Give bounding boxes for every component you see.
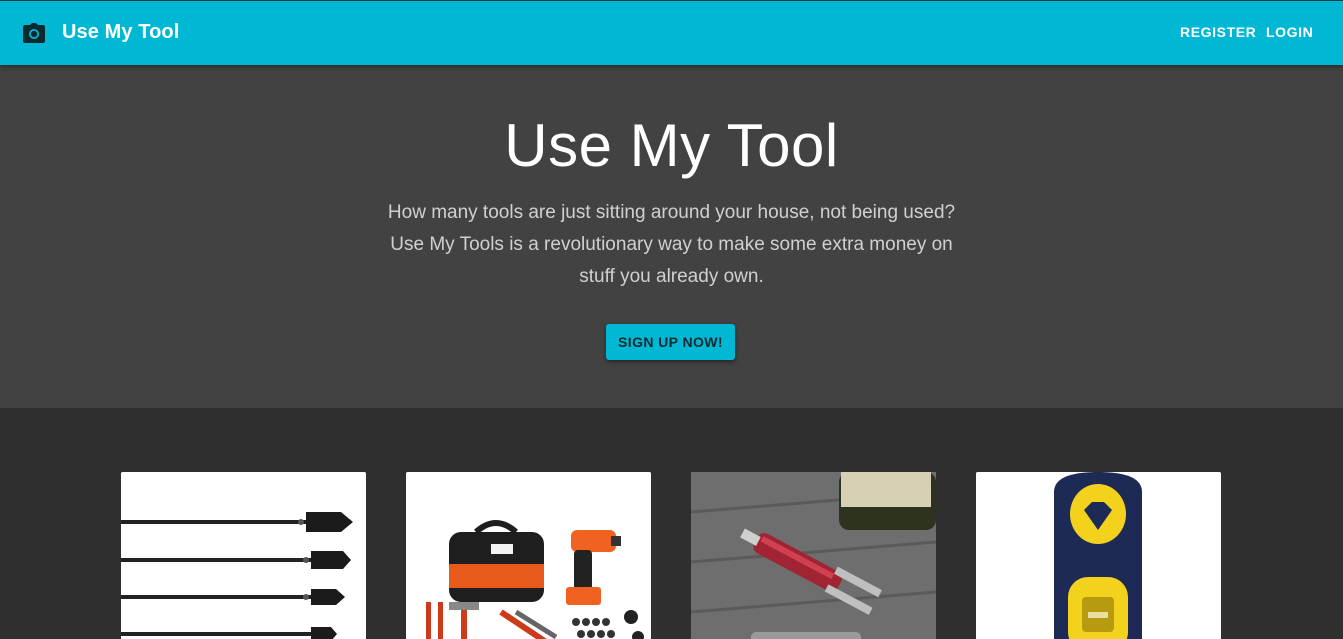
register-button[interactable]: REGISTER [1180,24,1256,40]
camera-icon [23,23,45,43]
spade-drill-bits-image [121,472,366,639]
tool-card[interactable] [976,472,1221,639]
tool-card[interactable] [691,472,936,639]
tool-card[interactable] [121,472,366,639]
stud-finder-image [976,472,1221,639]
multitool-image [691,472,936,639]
app-title[interactable]: Use My Tool [62,21,179,44]
hero-title: Use My Tool [504,112,839,179]
hero-description: How many tools are just sitting around y… [387,202,956,287]
drill-tool-kit-image [406,472,651,639]
sign-up-button[interactable]: SIGN UP NOW! [606,324,735,360]
login-button[interactable]: LOGIN [1266,24,1313,40]
app-bar: Use My Tool REGISTER LOGIN [0,0,1343,65]
hero-section: Use My Tool How many tools are just sitt… [0,65,1343,408]
tool-card[interactable] [406,472,651,639]
